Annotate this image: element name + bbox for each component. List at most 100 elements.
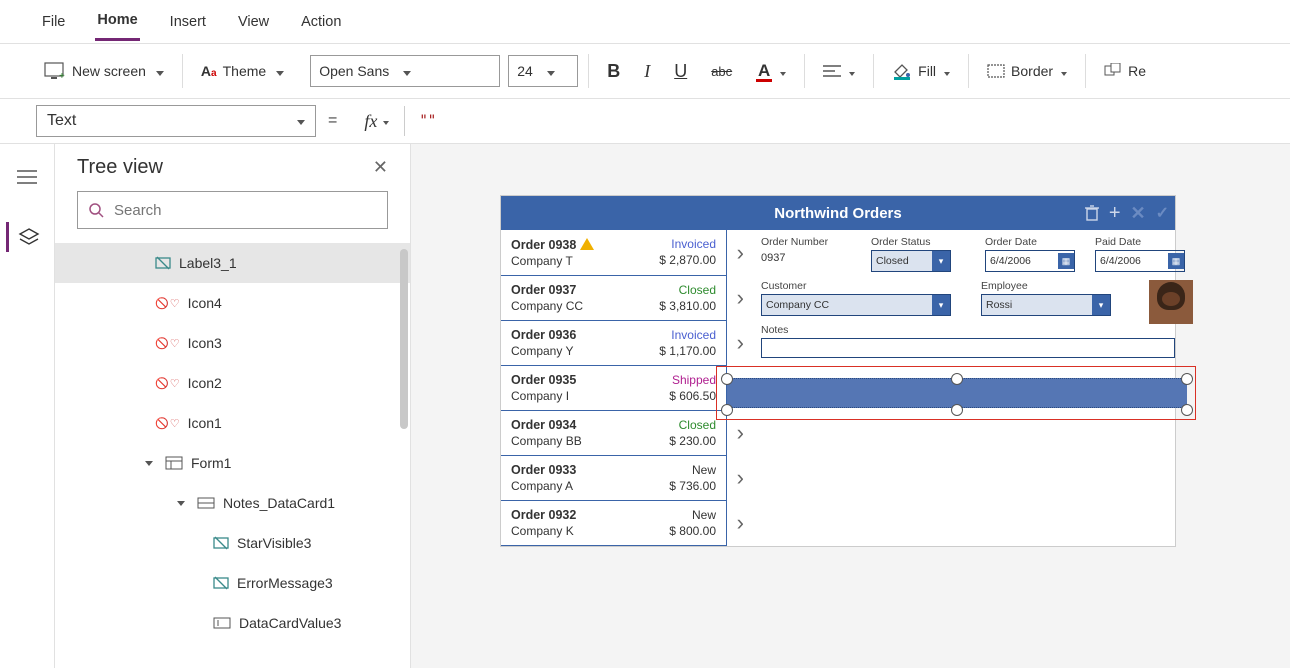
selection-handle[interactable] bbox=[1181, 404, 1193, 416]
icon-glyph: 🚫♡ bbox=[155, 377, 180, 390]
property-selector[interactable]: Text bbox=[36, 105, 316, 137]
font-size-dropdown[interactable]: 24 bbox=[508, 55, 578, 87]
selection-handle[interactable] bbox=[951, 404, 963, 416]
order-item[interactable]: Order 0935 Company I Shipped $ 606.50 › bbox=[501, 366, 726, 411]
order-date-input[interactable]: 6/4/2006▦ bbox=[985, 250, 1075, 272]
italic-button[interactable]: I bbox=[636, 57, 658, 86]
tree-item-errormessage3[interactable]: ErrorMessage3 bbox=[55, 563, 410, 603]
divider bbox=[182, 54, 183, 88]
formula-input[interactable]: "" bbox=[405, 113, 436, 129]
formula-bar: Text = fx "" bbox=[0, 99, 1290, 144]
order-status-select[interactable]: Closed▾ bbox=[871, 250, 951, 272]
order-list-wrap: Order 0938 Company T Invoiced $ 2,870.00… bbox=[501, 230, 751, 546]
order-company: Company Y bbox=[511, 344, 576, 358]
tree-item-label: Label3_1 bbox=[179, 255, 237, 271]
order-item[interactable]: Order 0936 Company Y Invoiced $ 1,170.00… bbox=[501, 321, 726, 366]
selection-handle[interactable] bbox=[951, 373, 963, 385]
selection-handle[interactable] bbox=[721, 373, 733, 385]
order-id: Order 0937 bbox=[511, 283, 583, 297]
tree-item-icon4[interactable]: 🚫♡ Icon4 bbox=[55, 283, 410, 323]
order-date-label: Order Date bbox=[985, 236, 1075, 248]
chevron-down-icon: ▾ bbox=[932, 295, 950, 315]
icon-glyph: 🚫♡ bbox=[155, 297, 180, 310]
panel-title: Tree view bbox=[77, 156, 163, 179]
font-dropdown[interactable]: Open Sans bbox=[310, 55, 500, 87]
font-value: Open Sans bbox=[319, 63, 389, 79]
tree-item-label: Form1 bbox=[191, 455, 231, 471]
warning-icon bbox=[580, 238, 594, 250]
menu-file[interactable]: File bbox=[40, 4, 67, 40]
chevron-right-icon: › bbox=[737, 285, 744, 311]
expand-icon[interactable] bbox=[145, 461, 153, 466]
close-icon[interactable]: ✕ bbox=[1131, 203, 1146, 224]
hamburger-button[interactable] bbox=[7, 162, 47, 192]
tree-item-icon3[interactable]: 🚫♡ Icon3 bbox=[55, 323, 410, 363]
tree-item-form1[interactable]: Form1 bbox=[55, 443, 410, 483]
canvas[interactable]: Northwind Orders + ✕ ✓ Order 0938 Compan… bbox=[411, 144, 1290, 668]
plus-icon[interactable]: + bbox=[1109, 202, 1121, 225]
menu-home[interactable]: Home bbox=[95, 2, 139, 41]
workspace: Tree view ✕ Label3_1 🚫♡ Icon4 🚫♡ Icon3 bbox=[0, 144, 1290, 668]
reorder-button[interactable]: Re bbox=[1096, 59, 1154, 83]
check-icon[interactable]: ✓ bbox=[1156, 203, 1169, 223]
app-title: Northwind Orders bbox=[774, 205, 902, 222]
new-screen-icon: + bbox=[44, 62, 66, 80]
order-item[interactable]: Order 0933 Company A New $ 736.00 › bbox=[501, 456, 726, 501]
tree-list: Label3_1 🚫♡ Icon4 🚫♡ Icon3 🚫♡ Icon2 🚫♡ I… bbox=[55, 239, 410, 647]
underline-button[interactable]: U bbox=[666, 57, 695, 86]
tree-item-icon1[interactable]: 🚫♡ Icon1 bbox=[55, 403, 410, 443]
order-company: Company I bbox=[511, 389, 576, 403]
align-button[interactable] bbox=[815, 59, 863, 83]
theme-button[interactable]: Aa Theme bbox=[193, 59, 292, 83]
paid-date-label: Paid Date bbox=[1095, 236, 1185, 248]
selection-handle[interactable] bbox=[721, 404, 733, 416]
scrollbar[interactable] bbox=[400, 249, 408, 429]
menu-view[interactable]: View bbox=[236, 4, 271, 40]
tree-item-notes-datacard1[interactable]: Notes_DataCard1 bbox=[55, 483, 410, 523]
search-input[interactable] bbox=[114, 202, 377, 219]
strikethrough-button[interactable]: abc bbox=[703, 60, 740, 83]
tree-item-label3_1[interactable]: Label3_1 bbox=[55, 243, 410, 283]
fx-button[interactable]: fx bbox=[349, 106, 405, 136]
order-amount: $ 1,170.00 bbox=[659, 344, 716, 358]
order-item[interactable]: Order 0934 Company BB Closed $ 230.00 › bbox=[501, 411, 726, 456]
chevron-down-icon: ▾ bbox=[1092, 295, 1110, 315]
order-status: Shipped bbox=[669, 373, 716, 387]
chevron-down-icon bbox=[152, 63, 164, 79]
tree-view-tab[interactable] bbox=[6, 222, 46, 252]
label-icon bbox=[155, 255, 171, 271]
bold-button[interactable]: B bbox=[599, 57, 628, 86]
order-status: Invoiced bbox=[659, 328, 716, 342]
paid-date-input[interactable]: 6/4/2006▦ bbox=[1095, 250, 1185, 272]
chevron-down-icon bbox=[942, 63, 950, 79]
hamburger-icon bbox=[17, 170, 37, 184]
border-button[interactable]: Border bbox=[979, 59, 1075, 83]
fill-button[interactable]: Fill bbox=[884, 58, 958, 84]
new-screen-button[interactable]: + New screen bbox=[36, 58, 172, 84]
customer-select[interactable]: Company CC▾ bbox=[761, 294, 951, 316]
selection-handle[interactable] bbox=[1181, 373, 1193, 385]
close-panel-button[interactable]: ✕ bbox=[373, 157, 388, 178]
app-header: Northwind Orders + ✕ ✓ bbox=[501, 196, 1175, 230]
trash-icon[interactable] bbox=[1085, 205, 1099, 221]
expand-icon[interactable] bbox=[177, 501, 185, 506]
form-icon bbox=[165, 456, 183, 470]
font-color-button[interactable]: A bbox=[748, 57, 794, 86]
tree-item-starvisible3[interactable]: StarVisible3 bbox=[55, 523, 410, 563]
tree-item-icon2[interactable]: 🚫♡ Icon2 bbox=[55, 363, 410, 403]
employee-select[interactable]: Rossi▾ bbox=[981, 294, 1111, 316]
tree-item-datacardvalue3[interactable]: DataCardValue3 bbox=[55, 603, 410, 643]
order-item[interactable]: Order 0932 Company K New $ 800.00 › bbox=[501, 501, 726, 546]
order-amount: $ 606.50 bbox=[669, 389, 716, 403]
search-icon bbox=[88, 202, 104, 218]
order-item[interactable]: Order 0938 Company T Invoiced $ 2,870.00… bbox=[501, 230, 726, 276]
icon-glyph: 🚫♡ bbox=[155, 337, 180, 350]
new-screen-label: New screen bbox=[72, 63, 146, 79]
notes-input[interactable] bbox=[761, 338, 1175, 358]
fill-label: Fill bbox=[918, 63, 936, 79]
menu-action[interactable]: Action bbox=[299, 4, 343, 40]
order-amount: $ 3,810.00 bbox=[659, 299, 716, 313]
order-item[interactable]: Order 0937 Company CC Closed $ 3,810.00 … bbox=[501, 276, 726, 321]
search-box[interactable] bbox=[77, 191, 388, 229]
menu-insert[interactable]: Insert bbox=[168, 4, 208, 40]
